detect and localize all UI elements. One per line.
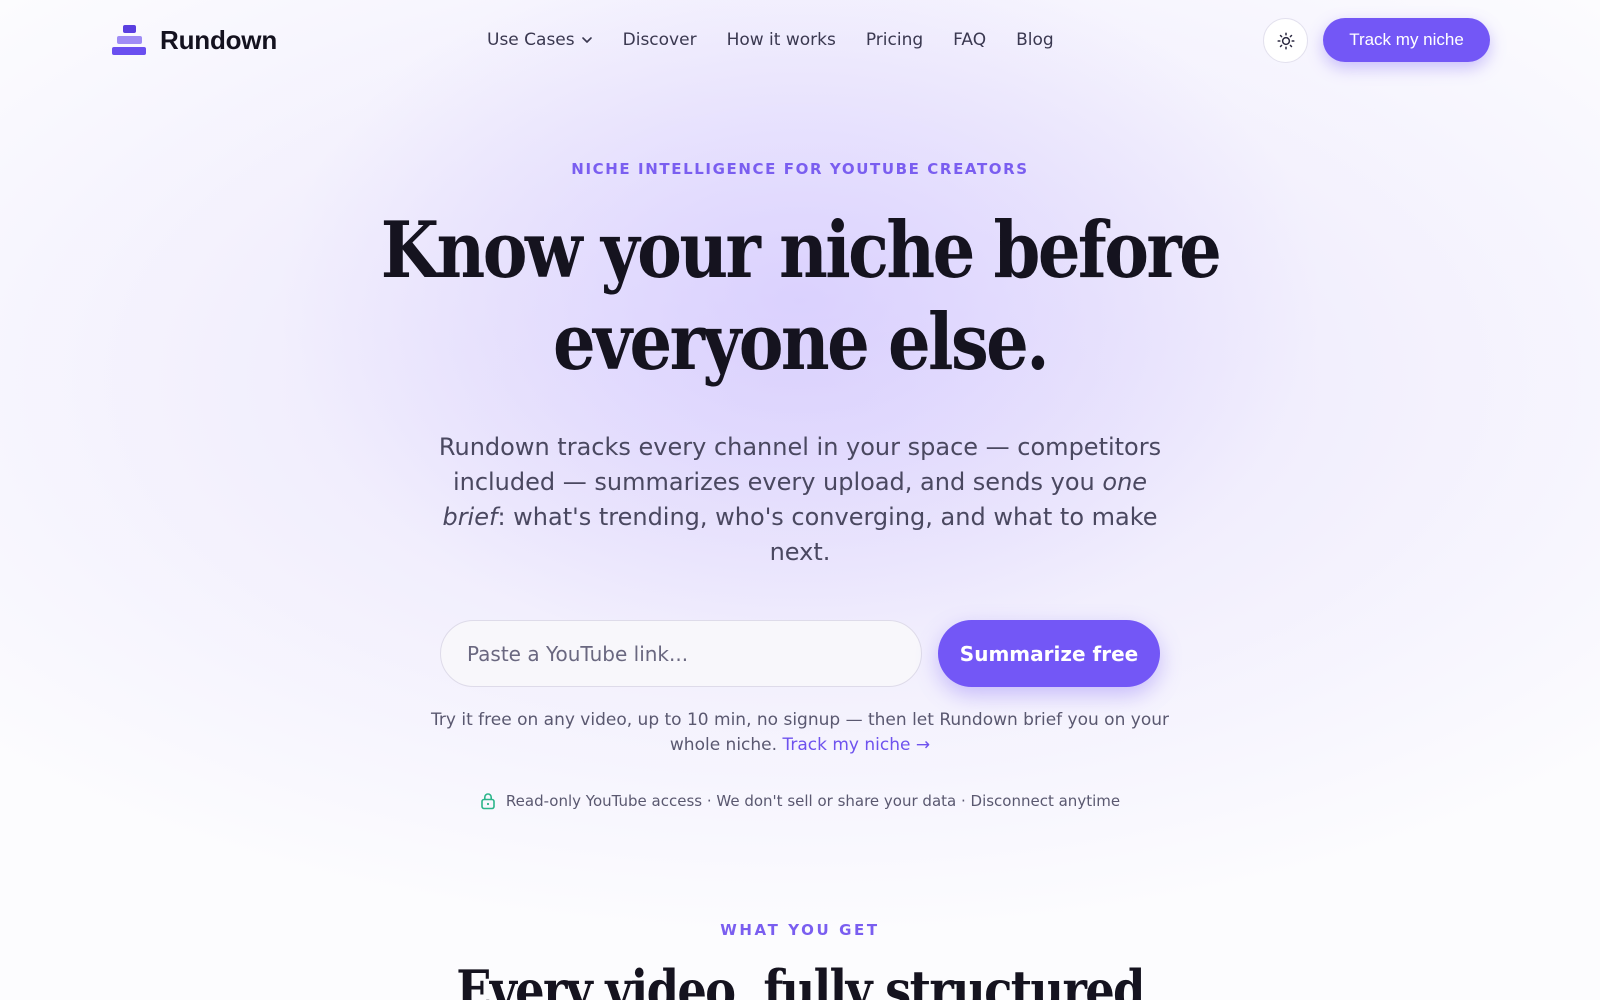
hero-eyebrow: NICHE INTELLIGENCE FOR YOUTUBE CREATORS <box>571 160 1029 178</box>
track-my-niche-link[interactable]: Track my niche → <box>782 735 930 755</box>
brand-name: Rundown <box>160 24 278 55</box>
lock-icon <box>481 793 495 810</box>
trial-note: Try it free on any video, up to 10 min, … <box>430 708 1170 758</box>
hero-subcopy-part-2: : what's trending, who's converging, and… <box>497 503 1158 566</box>
site-header: Rundown Use Cases Discover How it works … <box>0 0 1600 80</box>
hero-headline: Know your niche before everyone else. <box>370 205 1230 389</box>
nav-use-cases-label: Use Cases <box>487 30 575 50</box>
sun-icon <box>1276 31 1295 50</box>
summarize-free-button[interactable]: Summarize free <box>938 620 1160 687</box>
youtube-link-input[interactable] <box>467 641 895 666</box>
brand-logo[interactable]: Rundown <box>112 22 277 58</box>
youtube-link-field <box>440 620 922 687</box>
logo-stack-icon <box>112 22 146 58</box>
main-nav: Use Cases Discover How it works Pricing … <box>487 26 1054 54</box>
nav-use-cases[interactable]: Use Cases <box>487 30 593 50</box>
features-title: Every video, fully structured <box>456 958 1145 1000</box>
nav-blog[interactable]: Blog <box>1016 30 1054 50</box>
hero-subcopy: Rundown tracks every channel in your spa… <box>430 430 1170 570</box>
nav-faq[interactable]: FAQ <box>953 30 986 50</box>
hero-subcopy-part-1: Rundown tracks every channel in your spa… <box>438 433 1162 496</box>
trust-row: Read-only YouTube access · We don't sell… <box>0 792 1600 810</box>
features-eyebrow: WHAT YOU GET <box>720 921 880 939</box>
hero-headline-line-2: everyone else. <box>552 297 1050 388</box>
track-my-niche-button[interactable]: Track my niche <box>1323 18 1490 62</box>
nav-how-it-works[interactable]: How it works <box>727 30 836 50</box>
hero-headline-line-1: Know your niche before <box>380 205 1222 296</box>
trust-text: Read-only YouTube access · We don't sell… <box>505 792 1121 810</box>
theme-toggle-button[interactable] <box>1263 18 1308 63</box>
nav-pricing[interactable]: Pricing <box>866 30 923 50</box>
chevron-down-icon <box>581 37 592 43</box>
nav-discover[interactable]: Discover <box>623 30 697 50</box>
